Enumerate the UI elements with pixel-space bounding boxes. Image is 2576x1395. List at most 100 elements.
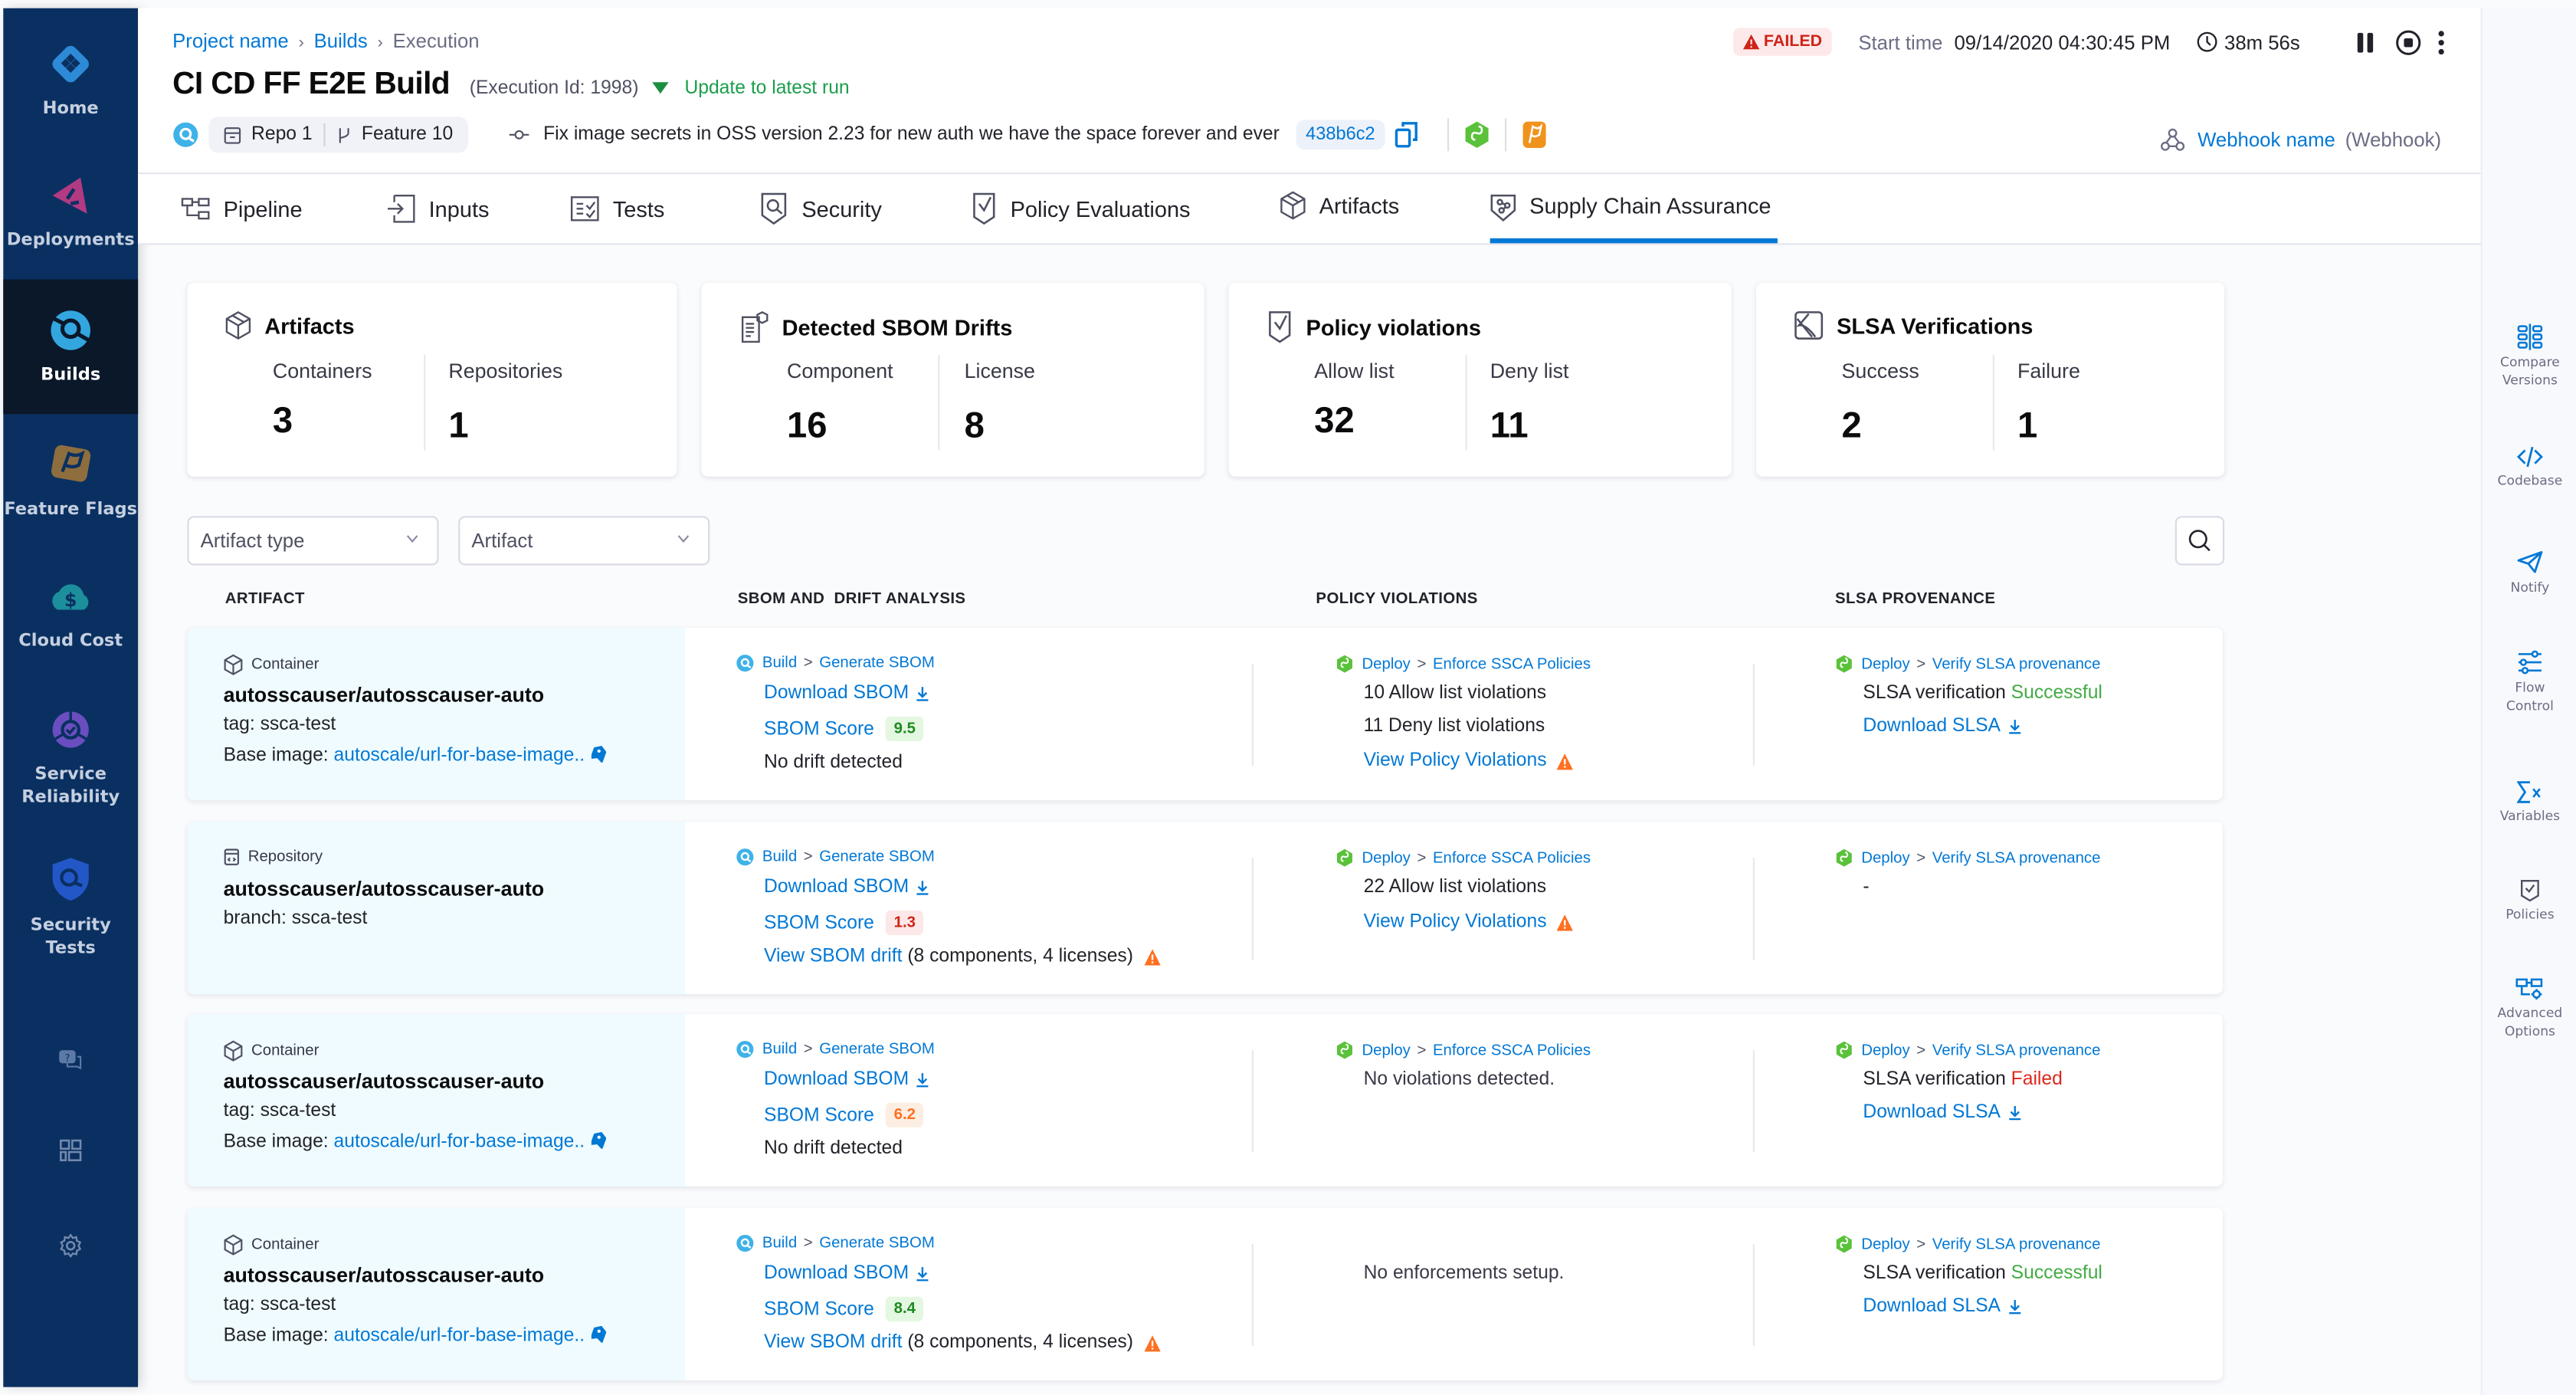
nav-label: Service Reliability [21,764,120,807]
rail-variables[interactable]: Variables [2483,780,2576,826]
copy-icon[interactable] [1395,122,1417,148]
update-to-latest-link[interactable]: Update to latest run [684,79,849,99]
download-sbom-link[interactable]: Download SBOM [764,684,930,704]
policy-violation-count: 10 Allow list violations [1363,683,1547,704]
tag-icon[interactable] [589,1131,607,1150]
artifact-tag-value: ssca-test [260,1101,336,1121]
nav-label: Cloud Cost [18,631,123,652]
sbom-step-link[interactable]: Build > Generate SBOM [736,1234,935,1252]
help-button[interactable]: ? [3,1047,138,1082]
download-sbom-link[interactable]: Download SBOM [764,1264,930,1284]
sbom-step-link[interactable]: Build > Generate SBOM [736,848,935,866]
tab-artifacts[interactable]: Artifacts [1280,171,1399,240]
nav-item-service-reliability[interactable]: Service Reliability [3,707,138,809]
policy-step-link[interactable]: Deploy > Enforce SSCA Policies [1336,848,1591,868]
abort-button[interactable] [2395,29,2421,55]
sbom-step-link[interactable]: Build > Generate SBOM [736,654,935,672]
nav-label: Deployments [6,230,135,250]
pause-icon [2357,31,2374,52]
tab-label: Artifacts [1319,192,1400,218]
nav-item-deployments[interactable]: Deployments [3,172,138,251]
slsa-step-link[interactable]: Deploy > Verify SLSA provenance [1835,1040,2100,1060]
settings-button[interactable] [3,1233,138,1267]
tab-pipeline[interactable]: Pipeline [181,174,303,243]
nav-item-security-tests[interactable]: Security Tests [3,855,138,960]
base-image-link[interactable]: autoscale/url-for-base-image.. [334,746,585,766]
webhook-name-link[interactable]: Webhook name [2197,128,2335,151]
caret-down-icon[interactable] [651,82,669,94]
view-policy-violations[interactable]: View Policy Violations [1364,751,1575,771]
repo-name[interactable]: Repo 1 [251,125,313,145]
branch-name[interactable]: Feature 10 [362,125,453,145]
codebase-icon [2516,446,2543,468]
rail-notify[interactable]: Notify [2483,549,2576,597]
warning-icon [1742,34,1759,50]
slsa-step-link[interactable]: Deploy > Verify SLSA provenance [1835,1234,2100,1254]
warning-icon [1557,914,1574,931]
artifact-tag-label: tag: [223,1101,255,1121]
dashboards-button[interactable] [3,1137,138,1172]
view-policy-violations[interactable]: View Policy Violations [1364,912,1575,932]
download-sbom-link[interactable]: Download SBOM [764,1070,930,1090]
sbom-score-link[interactable]: SBOM Score [764,1105,874,1125]
commit-sha[interactable]: 438b6c2 [1296,120,1385,150]
rail-advanced-options[interactable]: Advanced Options [2483,978,2576,1040]
artifact-tag-label: tag: [223,1295,255,1315]
more-options-button[interactable] [2438,29,2445,55]
step-name: Generate SBOM [819,654,935,672]
view-sbom-drift-link[interactable]: View SBOM drift [764,947,902,967]
download-sbom-link[interactable]: Download SBOM [764,878,930,898]
tab-inputs[interactable]: Inputs [386,174,489,243]
rail-codebase[interactable]: Codebase [2483,445,2576,491]
policy-step-link[interactable]: Deploy > Enforce SSCA Policies [1336,1040,1591,1060]
sbom-step-link[interactable]: Build > Generate SBOM [736,1040,935,1059]
stat-repositories: Repositories 1 [448,360,562,448]
download-icon [916,1073,929,1088]
execution-status-area: FAILED Start time 09/14/2020 04:30:45 PM… [1732,28,2445,56]
view-policy-violations-link[interactable]: View Policy Violations [1364,912,1547,932]
rail-flow-control[interactable]: Flow Control [2483,649,2576,715]
artifact-name: autosscauser/autosscauser-auto [223,683,545,707]
stat-value: 3 [272,399,293,441]
feature-flags-stage-icon[interactable] [1522,120,1548,150]
rail-compare-versions[interactable]: Compare Versions [2483,323,2576,389]
tab-supply-chain-assurance[interactable]: Supply Chain Assurance [1490,174,1778,244]
artifacts-icon [225,311,251,340]
base-image-link[interactable]: autoscale/url-for-base-image.. [334,1132,585,1152]
download-icon [2008,720,2020,734]
tag-icon[interactable] [589,744,607,764]
download-slsa-link[interactable]: Download SLSA [1863,1103,2021,1122]
tab-policy-evaluations[interactable]: Policy Evaluations [971,174,1191,243]
nav-item-cloud-cost[interactable]: $ Cloud Cost [3,577,138,653]
sbom-score-link[interactable]: SBOM Score [764,1299,874,1319]
deployments-stage-icon[interactable] [1463,120,1490,150]
base-image-link[interactable]: autoscale/url-for-base-image.. [334,1326,585,1346]
tab-security[interactable]: Security [759,174,882,243]
security-icon [761,192,787,225]
tab-tests[interactable]: Tests [570,174,664,243]
search-button[interactable] [2175,516,2225,566]
pause-button[interactable] [2356,31,2376,54]
artifact-type-select[interactable]: Artifact type [187,516,439,566]
view-policy-violations-link[interactable]: View Policy Violations [1364,751,1547,771]
base-image-label: Base image: [223,1326,329,1347]
slsa-step-link[interactable]: Deploy > Verify SLSA provenance [1835,654,2100,674]
breadcrumb-builds[interactable]: Builds [314,30,368,53]
card-title: Policy violations [1267,310,1481,343]
tag-icon[interactable] [589,1324,607,1344]
nav-item-home[interactable]: Home [3,41,138,120]
sbom-score-link[interactable]: SBOM Score [764,913,874,933]
slsa-verification-label: SLSA verification [1863,1263,2006,1284]
nav-item-feature-flags[interactable]: Feature Flags [3,442,138,521]
slsa-step-link[interactable]: Deploy > Verify SLSA provenance [1835,848,2100,868]
breadcrumb-project[interactable]: Project name [172,30,289,53]
nav-item-builds[interactable]: Builds [3,279,139,415]
artifact-select[interactable]: Artifact [458,516,710,566]
view-sbom-drift-link[interactable]: View SBOM drift [764,1333,902,1353]
download-slsa-link[interactable]: Download SLSA [1863,1297,2021,1316]
policy-step-link[interactable]: Deploy > Enforce SSCA Policies [1336,654,1591,674]
download-slsa-link[interactable]: Download SLSA [1863,717,2021,737]
sbom-score-link[interactable]: SBOM Score [764,719,874,739]
execution-header: Project name › Builds › Execution CI CD FF E… [138,8,2481,175]
rail-policies[interactable]: Policies [2483,879,2576,924]
